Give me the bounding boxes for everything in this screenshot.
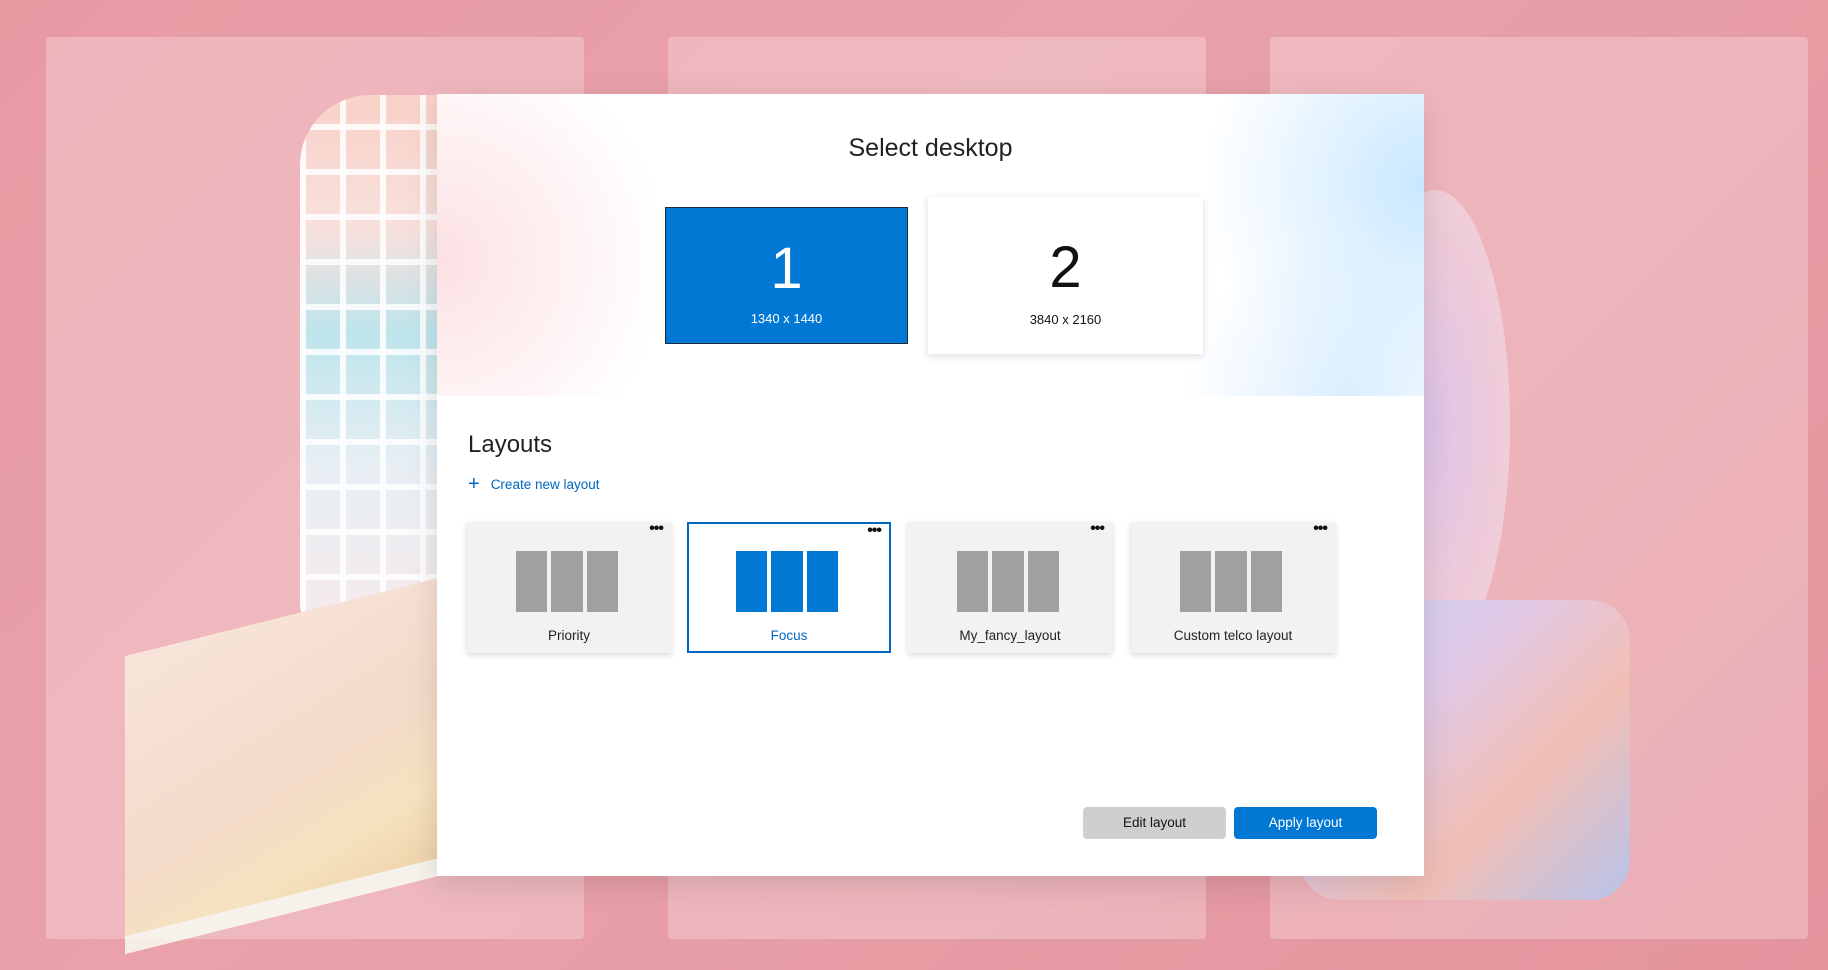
more-options-icon[interactable]: ••• bbox=[1313, 521, 1328, 537]
layout-zone bbox=[1215, 551, 1247, 612]
layout-zone bbox=[771, 551, 803, 612]
layout-card-my-fancy-layout[interactable]: ••• My_fancy_layout bbox=[908, 521, 1112, 653]
monitor-number: 2 bbox=[1049, 235, 1082, 300]
monitor-resolution: 3840 x 2160 bbox=[1029, 312, 1102, 327]
edit-layout-button[interactable]: Edit layout bbox=[1083, 807, 1226, 839]
layout-zone bbox=[957, 551, 989, 612]
monitor-resolution: 1340 x 1440 bbox=[750, 311, 823, 326]
dialog-title: Select desktop bbox=[848, 134, 1013, 162]
create-new-layout-link[interactable]: + Create new layout bbox=[468, 472, 600, 496]
more-options-icon[interactable]: ••• bbox=[867, 523, 882, 539]
layout-card-focus[interactable]: ••• Focus bbox=[687, 522, 891, 653]
monitor-2-card[interactable]: 2 3840 x 2160 bbox=[928, 197, 1203, 354]
layout-zone bbox=[1250, 551, 1282, 612]
monitor-1-card[interactable]: 1 1340 x 1440 bbox=[665, 207, 908, 344]
plus-icon: + bbox=[468, 473, 480, 495]
layout-card-label: Focus bbox=[770, 628, 808, 643]
layout-zone bbox=[586, 551, 618, 612]
layout-zone bbox=[806, 551, 838, 612]
layout-zone bbox=[551, 551, 583, 612]
monitor-number: 1 bbox=[770, 236, 803, 301]
more-options-icon[interactable]: ••• bbox=[1090, 521, 1105, 537]
layout-card-label: Priority bbox=[547, 628, 590, 643]
layout-card-custom-telco-layout[interactable]: ••• Custom telco layout bbox=[1131, 521, 1335, 653]
layout-zone bbox=[516, 551, 548, 612]
desktop-selector-area: Select desktop 1 1340 x 1440 2 3840 x 21… bbox=[437, 94, 1424, 396]
layout-card-label: Custom telco layout bbox=[1173, 628, 1293, 643]
layout-zone bbox=[1180, 551, 1212, 612]
layout-zone bbox=[736, 551, 768, 612]
create-new-layout-label: Create new layout bbox=[490, 476, 600, 492]
layout-card-label: My_fancy_layout bbox=[959, 628, 1061, 643]
layout-zone bbox=[992, 551, 1024, 612]
layout-editor-dialog: Select desktop 1 1340 x 1440 2 3840 x 21… bbox=[437, 94, 1424, 876]
layout-preview bbox=[1180, 551, 1282, 612]
more-options-icon[interactable]: ••• bbox=[649, 521, 664, 537]
apply-layout-button[interactable]: Apply layout bbox=[1234, 807, 1377, 839]
layout-preview bbox=[957, 551, 1059, 612]
layout-preview bbox=[736, 551, 838, 612]
layout-zone bbox=[1027, 551, 1059, 612]
layout-card-priority[interactable]: ••• Priority bbox=[467, 521, 671, 653]
layouts-heading: Layouts bbox=[468, 431, 553, 458]
layout-preview bbox=[516, 551, 618, 612]
